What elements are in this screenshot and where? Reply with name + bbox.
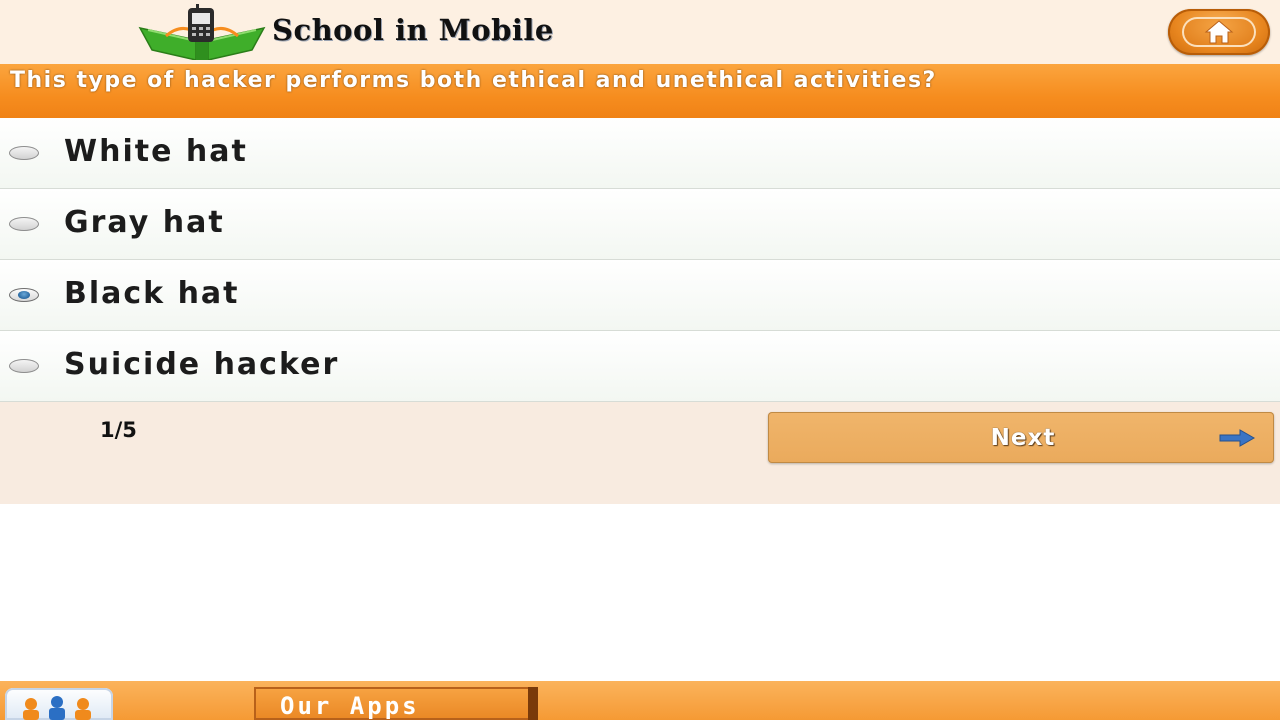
radio-button[interactable]	[9, 146, 39, 160]
our-apps-label: Our Apps	[280, 692, 420, 720]
radio-button[interactable]	[9, 359, 39, 373]
radio-button[interactable]	[9, 217, 39, 231]
arrow-right-icon	[1219, 429, 1256, 447]
home-button[interactable]	[1168, 9, 1270, 55]
quiz-footer: 1/5 Next	[0, 402, 1280, 504]
home-button-face	[1182, 17, 1256, 47]
bottom-bar: Our Apps	[0, 681, 1280, 720]
option-white-hat[interactable]: White hat	[0, 118, 1280, 189]
app-logo-icon[interactable]	[5, 688, 113, 720]
option-label: Gray hat	[64, 205, 225, 240]
app-logo-graphic	[23, 696, 91, 720]
header: School in Mobile	[0, 0, 1280, 64]
question-progress: 1/5	[100, 418, 137, 442]
next-label: Next	[990, 425, 1056, 451]
option-black-hat[interactable]: Black hat	[0, 260, 1280, 331]
option-label: White hat	[64, 134, 248, 169]
app-root: School in Mobile This type of hacker per…	[0, 0, 1280, 720]
radio-selected-dot	[18, 291, 30, 299]
option-label: Black hat	[64, 276, 240, 311]
question-text: This type of hacker performs both ethica…	[10, 68, 937, 93]
question-bar: This type of hacker performs both ethica…	[0, 64, 1280, 118]
answer-options: White hat Gray hat Black hat Suicide hac…	[0, 118, 1280, 402]
school-logo-icon	[138, 4, 266, 60]
next-button[interactable]: Next	[768, 412, 1274, 463]
option-suicide-hacker[interactable]: Suicide hacker	[0, 331, 1280, 402]
home-icon	[1204, 20, 1234, 44]
radio-button-selected[interactable]	[9, 288, 39, 302]
option-gray-hat[interactable]: Gray hat	[0, 189, 1280, 260]
option-label: Suicide hacker	[64, 347, 340, 382]
brand-title: School in Mobile	[272, 13, 554, 47]
our-apps-tab[interactable]: Our Apps	[254, 687, 538, 720]
